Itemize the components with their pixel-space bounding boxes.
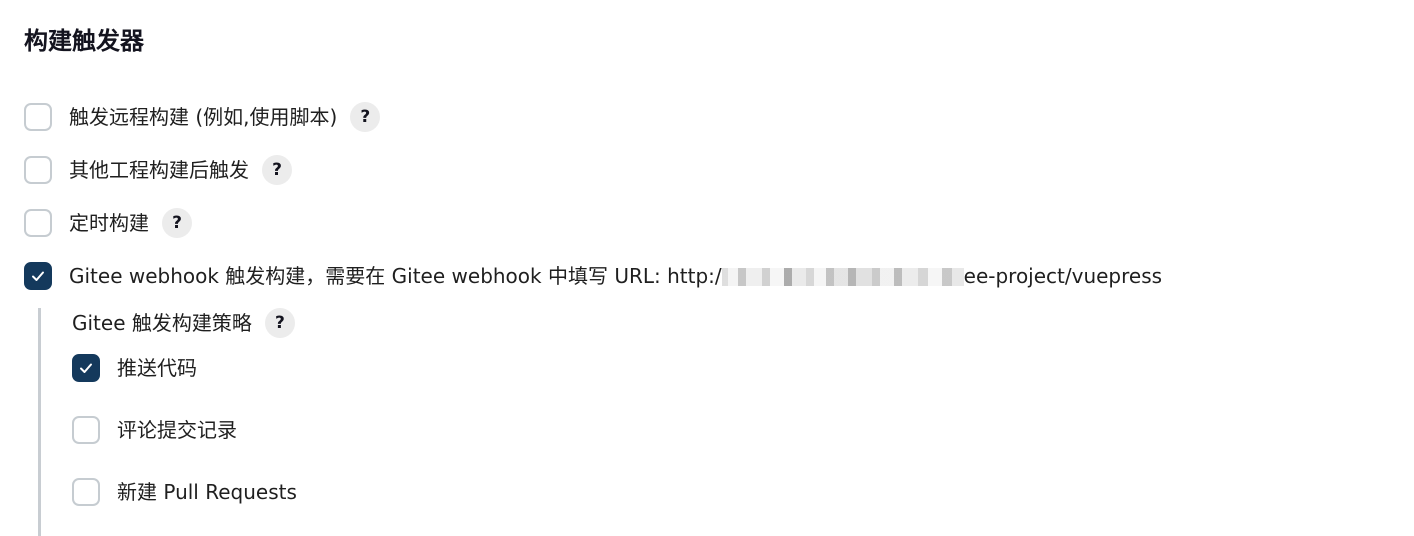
checkmark-icon xyxy=(80,363,92,373)
trigger-gitee-webhook-label: Gitee webhook 触发构建，需要在 Gitee webhook 中填写… xyxy=(69,262,1162,290)
trigger-remote-build-checkbox[interactable] xyxy=(24,103,52,131)
strategy-new-pull-request-label: 新建 Pull Requests xyxy=(117,480,297,504)
gitee-strategy-title: Gitee 触发构建策略 xyxy=(72,311,252,335)
help-icon[interactable]: ? xyxy=(262,155,292,185)
trigger-scheduled-checkbox[interactable] xyxy=(24,209,52,237)
trigger-scheduled-label: 定时构建 xyxy=(69,211,149,235)
strategy-commit-comment-checkbox[interactable] xyxy=(72,416,100,444)
trigger-gitee-webhook: Gitee webhook 触发构建，需要在 Gitee webhook 中填写… xyxy=(24,259,1162,293)
help-icon[interactable]: ? xyxy=(162,208,192,238)
redacted-url-segment xyxy=(721,268,964,286)
trigger-after-other-projects-label: 其他工程构建后触发 xyxy=(69,158,249,182)
strategy-group-divider xyxy=(38,308,41,536)
strategy-commit-comment: 评论提交记录 xyxy=(72,413,237,447)
strategy-push-code: 推送代码 xyxy=(72,351,197,385)
strategy-push-code-checkbox[interactable] xyxy=(72,354,100,382)
strategy-new-pull-request: 新建 Pull Requests xyxy=(72,475,297,509)
trigger-after-other-projects: 其他工程构建后触发 ? xyxy=(24,153,292,187)
trigger-after-other-projects-checkbox[interactable] xyxy=(24,156,52,184)
trigger-remote-build-label: 触发远程构建 (例如,使用脚本) xyxy=(69,105,338,129)
webhook-url-suffix: ee-project/vuepress xyxy=(963,264,1163,288)
checkmark-icon xyxy=(32,271,44,281)
gitee-strategy-header: Gitee 触发构建策略 ? xyxy=(72,306,295,340)
help-icon[interactable]: ? xyxy=(264,308,295,338)
section-title: 构建触发器 xyxy=(24,27,144,55)
webhook-url-prefix: Gitee webhook 触发构建，需要在 Gitee webhook 中填写… xyxy=(69,264,722,288)
strategy-new-pull-request-checkbox[interactable] xyxy=(72,478,100,506)
help-icon[interactable]: ? xyxy=(350,102,381,132)
trigger-remote-build: 触发远程构建 (例如,使用脚本) ? xyxy=(24,100,381,134)
strategy-commit-comment-label: 评论提交记录 xyxy=(117,418,237,442)
trigger-scheduled: 定时构建 ? xyxy=(24,206,192,240)
trigger-gitee-webhook-checkbox[interactable] xyxy=(24,262,52,290)
strategy-push-code-label: 推送代码 xyxy=(117,356,197,380)
